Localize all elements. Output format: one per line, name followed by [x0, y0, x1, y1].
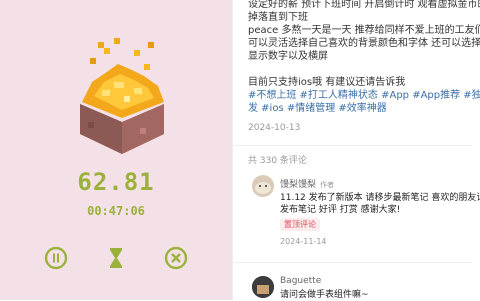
comment-author-name[interactable]: 馒梨馒梨	[280, 180, 316, 190]
comment-text: 11.12 发布了新版本 请移步最新笔记 喜欢的朋友请推荐	[280, 193, 480, 203]
comment-author-name[interactable]: Baguette	[280, 276, 321, 286]
post-text-line: 可以灵活选择自己喜欢的背景颜色和字体 还可以选择只	[248, 38, 480, 49]
earned-amount: 62.81	[77, 168, 155, 196]
avatar[interactable]	[252, 175, 274, 197]
comment-author[interactable]: 馒梨馒梨 作者	[280, 177, 334, 190]
divider	[232, 145, 472, 146]
post-text-line: 显示数字以及横屏	[248, 51, 328, 62]
close-icon[interactable]	[164, 246, 188, 270]
author-badge: 作者	[320, 181, 335, 189]
treasure-chest-image	[80, 38, 164, 154]
comment-text: 发布笔记 好评 打赏 感谢大家!	[280, 205, 401, 215]
post-date: 2024-10-13	[248, 123, 301, 133]
post-text-line: 设定好的薪 预计下班时间 开启倒计时 观看虚拟金币的	[248, 0, 480, 10]
panel-divider	[232, 0, 233, 300]
app-preview-panel: 62.81 00:47:06	[0, 0, 232, 300]
post-panel: 设定好的薪 预计下班时间 开启倒计时 观看虚拟金币的 掉落直到下班 peace …	[232, 0, 480, 300]
pinned-badge: 置顶评论	[280, 218, 320, 231]
post-tags[interactable]: #不想上班 #打工人精神状态 #App #App推荐 #独立开	[248, 89, 480, 102]
hourglass-icon[interactable]	[104, 246, 128, 270]
avatar[interactable]	[252, 276, 274, 298]
comment-text: 请问会做手表组件嘛~	[280, 290, 369, 300]
post-tags[interactable]: 发 #ios #情绪管理 #效率神器	[248, 102, 387, 115]
post-text-line: 掉落直到下班	[248, 12, 308, 23]
comment-date: 2024-11-14	[280, 237, 327, 246]
post-text-line: 目前只支持ios哦 有建议还请告诉我	[248, 77, 406, 88]
pause-icon[interactable]	[44, 246, 68, 270]
divider	[232, 262, 472, 263]
countdown-timer: 00:47:06	[87, 204, 145, 218]
comment-count: 共 330 条评论	[248, 156, 307, 166]
post-text-line: peace 多熬一天是一天 推荐给同样不爱上班的工友们	[248, 25, 480, 36]
